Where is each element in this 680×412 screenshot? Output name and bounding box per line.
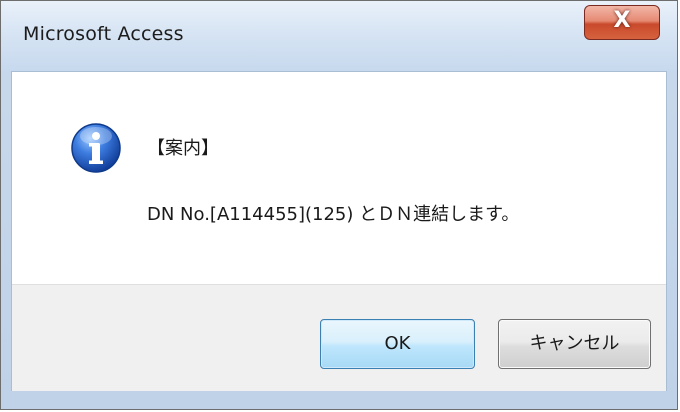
button-bar: OK キャンセル — [12, 284, 666, 391]
cancel-button[interactable]: キャンセル — [498, 319, 651, 369]
dialog-body: 【案内】 DN No.[A114455](125) とＤＮ連結します。 OK キ… — [11, 71, 667, 391]
close-button[interactable]: X — [584, 5, 660, 40]
message-heading: 【案内】 — [147, 138, 219, 159]
dialog-window: Microsoft Access X 【案内】 DN No.[A114455](… — [0, 0, 678, 410]
title-bar[interactable]: Microsoft Access X — [1, 1, 677, 71]
message-text: DN No.[A114455](125) とＤＮ連結します。 — [147, 204, 520, 225]
message-area: 【案内】 DN No.[A114455](125) とＤＮ連結します。 — [12, 72, 666, 284]
window-title: Microsoft Access — [23, 23, 184, 45]
ok-button[interactable]: OK — [320, 319, 475, 369]
close-icon: X — [613, 8, 631, 33]
info-icon — [71, 123, 121, 173]
